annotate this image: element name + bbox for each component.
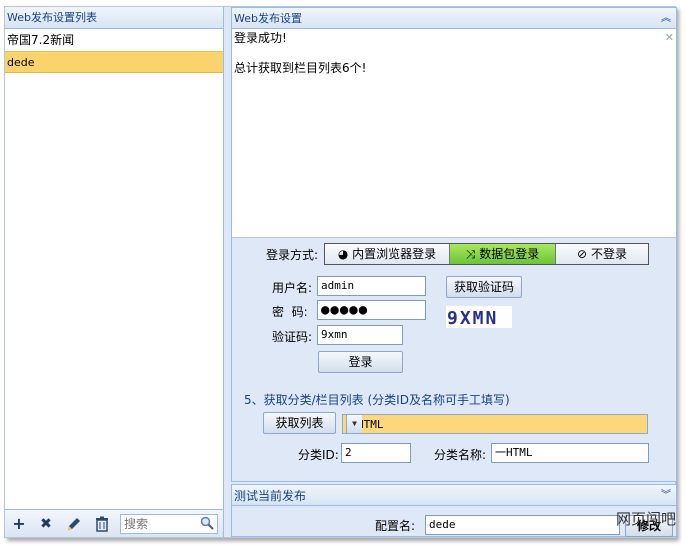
username-field[interactable]: admin [317, 276, 426, 296]
list-panel-title: Web发布设置列表 [5, 7, 223, 29]
test-publish-body: 配置名: dede 修改 [231, 506, 677, 537]
publish-settings-panel: Web发布设置 ︽ ✕ 登录成功! 总计获取到栏目列表6个! 登录方式: ◕ 内… [231, 7, 677, 537]
category-select[interactable]: 一HTML ▼ [342, 414, 648, 434]
password-field[interactable]: ●●●●● [317, 300, 426, 320]
log-line: 总计获取到栏目列表6个! [234, 61, 367, 75]
log-line [234, 46, 674, 61]
list-search-box [120, 514, 218, 534]
login-form: 登录方式: ◕ 内置浏览器登录 ⤨ 数据包登录 ⊘ 不登录 用户名: admin… [231, 237, 677, 482]
search-icon[interactable] [200, 516, 214, 533]
login-mode-none[interactable]: ⊘ 不登录 [556, 244, 648, 264]
category-name-label: 分类名称: [434, 448, 487, 462]
close-icon[interactable]: ✕ [665, 31, 674, 44]
list-item-dede[interactable]: dede [5, 51, 223, 73]
password-label: 密 码: [272, 305, 308, 319]
config-name-label: 配置名: [375, 519, 416, 533]
trash-icon[interactable] [94, 516, 110, 532]
category-name-field[interactable]: 一HTML [491, 443, 649, 463]
test-publish-title: 测试当前发布 [234, 489, 307, 503]
category-id-label: 分类ID: [298, 448, 339, 462]
config-name-field[interactable]: dede [425, 515, 620, 535]
get-list-button[interactable]: 获取列表 [263, 412, 336, 434]
delete-x-icon[interactable]: ✖ [38, 516, 54, 532]
login-mode-packet[interactable]: ⤨ 数据包登录 [450, 244, 556, 264]
list-item-empire-news[interactable]: 帝国7.2新闻 [5, 29, 223, 51]
shuffle-icon: ⤨ [465, 247, 476, 261]
app-window: Web发布设置列表 帝国7.2新闻 dede + ✖ Web发布设置 ︽ [4, 6, 677, 538]
log-line: 登录成功! [234, 31, 287, 45]
captcha-field[interactable]: 9xmn [317, 325, 403, 345]
chevron-down-icon[interactable]: ▼ [346, 415, 362, 433]
edit-pencil-icon[interactable] [66, 516, 82, 532]
captcha-image-text: 9XMN [447, 308, 498, 328]
list-search-input[interactable] [121, 515, 197, 533]
category-section-title: 5、获取分类/栏目列表 (分类ID及名称可手工填写) [244, 393, 510, 407]
category-id-field[interactable]: 2 [341, 443, 411, 463]
list-toolbar: + ✖ [5, 509, 223, 537]
log-output: ✕ 登录成功! 总计获取到栏目列表6个! [231, 29, 677, 237]
test-publish-header[interactable]: 测试当前发布 ︾ [231, 484, 677, 506]
settings-panel-title: Web发布设置 [234, 12, 302, 25]
login-button[interactable]: 登录 [318, 351, 403, 373]
collapse-up-icon[interactable]: ︽ [661, 8, 671, 30]
username-label: 用户名: [272, 281, 313, 295]
no-entry-icon: ⊘ [577, 247, 588, 261]
publish-settings-list-panel: Web发布设置列表 帝国7.2新闻 dede + ✖ [5, 7, 224, 537]
login-mode-builtin-browser[interactable]: ◕ 内置浏览器登录 [325, 244, 450, 264]
login-mode-selector: ◕ 内置浏览器登录 ⤨ 数据包登录 ⊘ 不登录 [324, 243, 649, 265]
get-captcha-button[interactable]: 获取验证码 [446, 276, 522, 298]
globe-icon: ◕ [337, 247, 349, 261]
watermark: 网页闯吧 [616, 510, 677, 528]
login-mode-label: 登录方式: [266, 248, 319, 262]
captcha-image[interactable]: 9XMN [446, 306, 512, 329]
settings-panel-header: Web发布设置 ︽ [231, 7, 677, 29]
captcha-label: 验证码: [272, 330, 313, 344]
expand-down-icon[interactable]: ︾ [661, 485, 671, 507]
add-icon[interactable]: + [11, 516, 27, 532]
